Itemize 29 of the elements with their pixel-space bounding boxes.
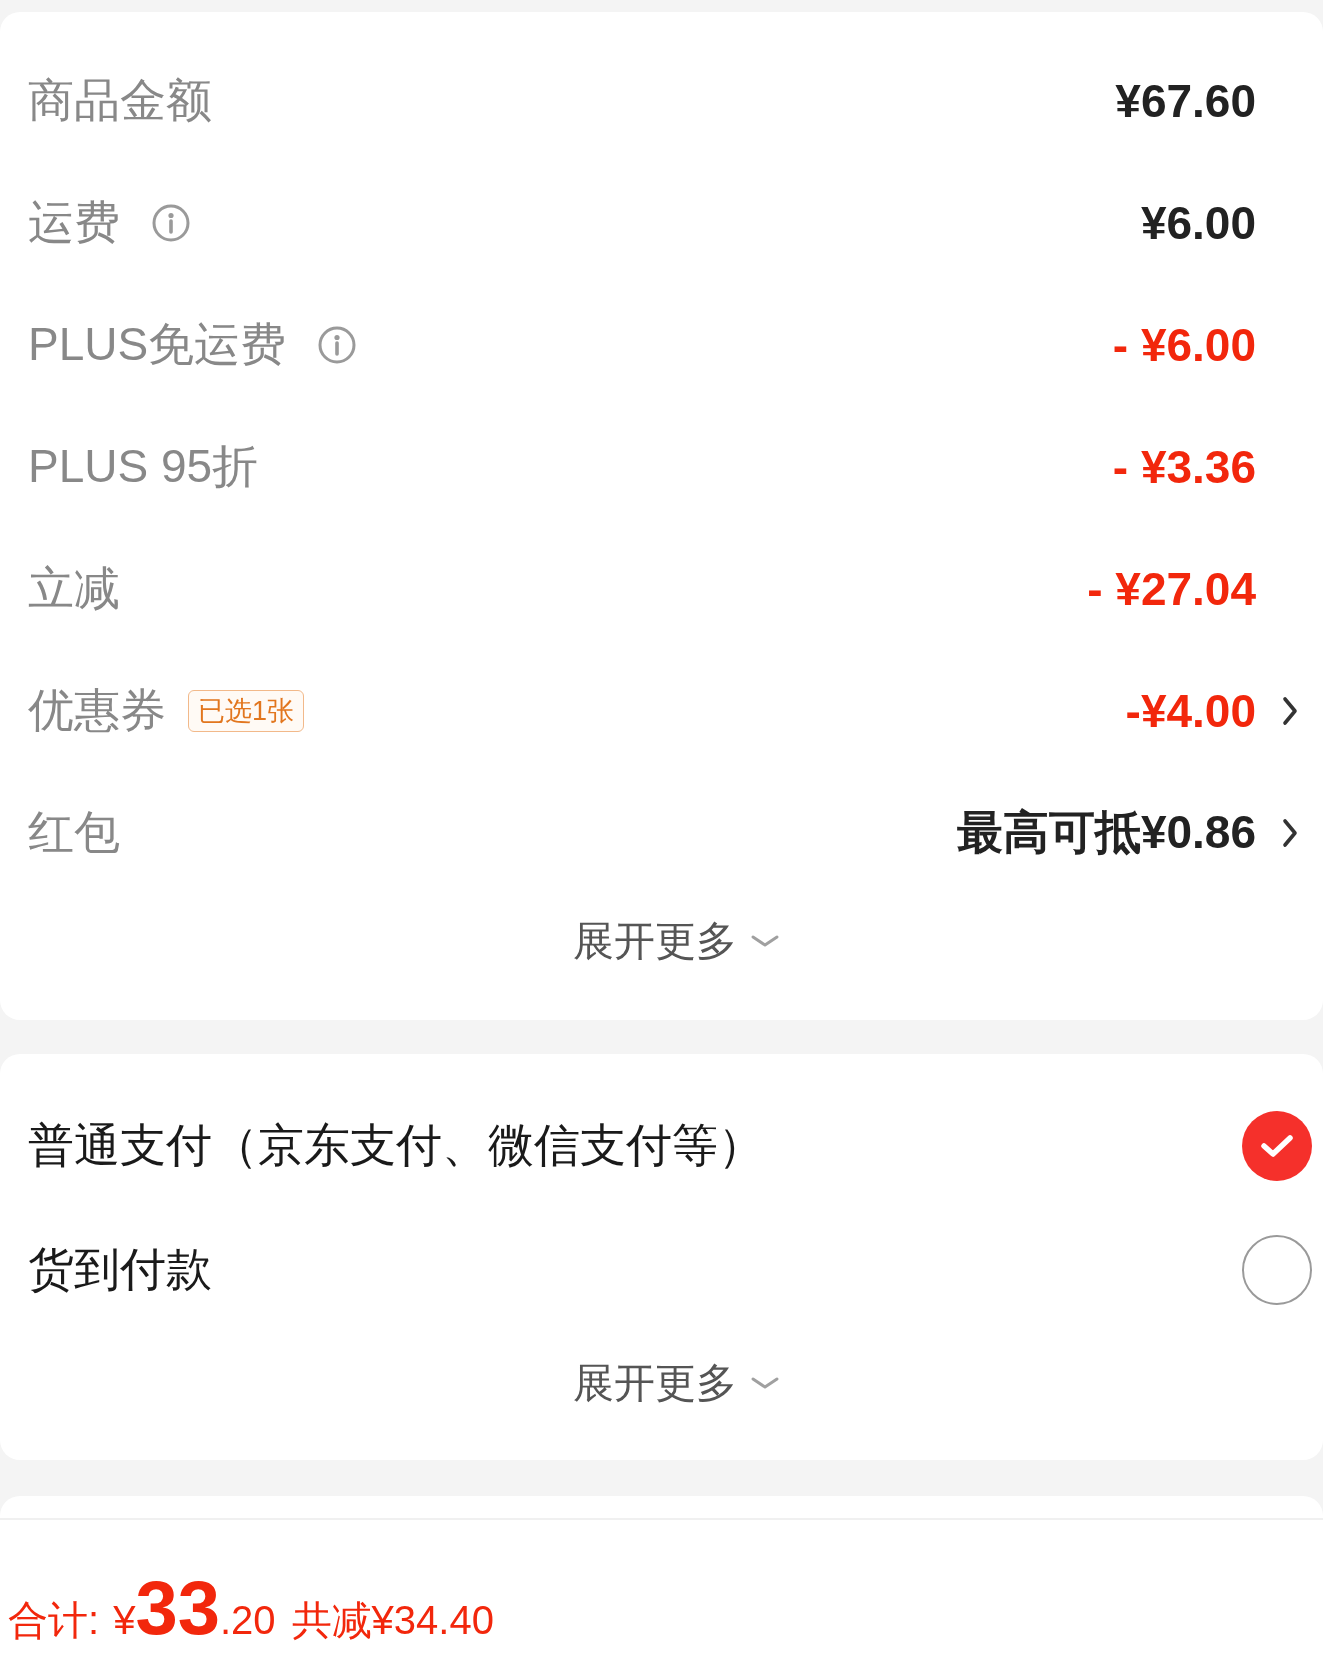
fee-label: 红包 xyxy=(28,805,120,860)
chevron-down-icon xyxy=(750,1377,779,1389)
fee-label: PLUS 95折 xyxy=(28,439,259,494)
chevron-right-icon[interactable] xyxy=(1281,696,1298,726)
fee-label: 优惠券 xyxy=(28,683,166,738)
total-label: 合计: xyxy=(8,1597,100,1644)
payment-option-label: 普通支付（京东支付、微信支付等） xyxy=(28,1118,764,1173)
amount-value: - ¥27.04 xyxy=(1087,562,1256,616)
checkmark-icon xyxy=(1260,1133,1294,1159)
fee-label: 立减 xyxy=(28,561,120,616)
total-price: ¥33.20 xyxy=(113,1564,276,1651)
amount-value: -¥4.00 xyxy=(1125,684,1256,738)
info-icon[interactable] xyxy=(318,326,357,364)
fee-label: PLUS免运费 xyxy=(28,317,287,372)
amount-value: ¥6.00 xyxy=(1140,196,1256,250)
savings-text: 共减¥34.40 xyxy=(291,1597,494,1644)
chevron-down-icon xyxy=(750,935,779,947)
fee-label: 运费 xyxy=(28,195,120,250)
amount-value: - ¥6.00 xyxy=(1112,318,1256,372)
chevron-right-icon[interactable] xyxy=(1281,818,1298,848)
amount-value: ¥67.60 xyxy=(1115,74,1256,128)
expand-more-button[interactable]: 展开更多 xyxy=(572,913,779,969)
amount-value: 最高可抵¥0.86 xyxy=(956,805,1256,860)
info-icon[interactable] xyxy=(152,204,190,242)
amount-value: - ¥3.36 xyxy=(1112,440,1256,494)
payment-option-label: 货到付款 xyxy=(28,1242,212,1297)
fee-label: 商品金额 xyxy=(28,73,212,128)
coupon-count-badge: 已选1张 xyxy=(188,690,305,732)
expand-more-button[interactable]: 展开更多 xyxy=(572,1355,779,1411)
